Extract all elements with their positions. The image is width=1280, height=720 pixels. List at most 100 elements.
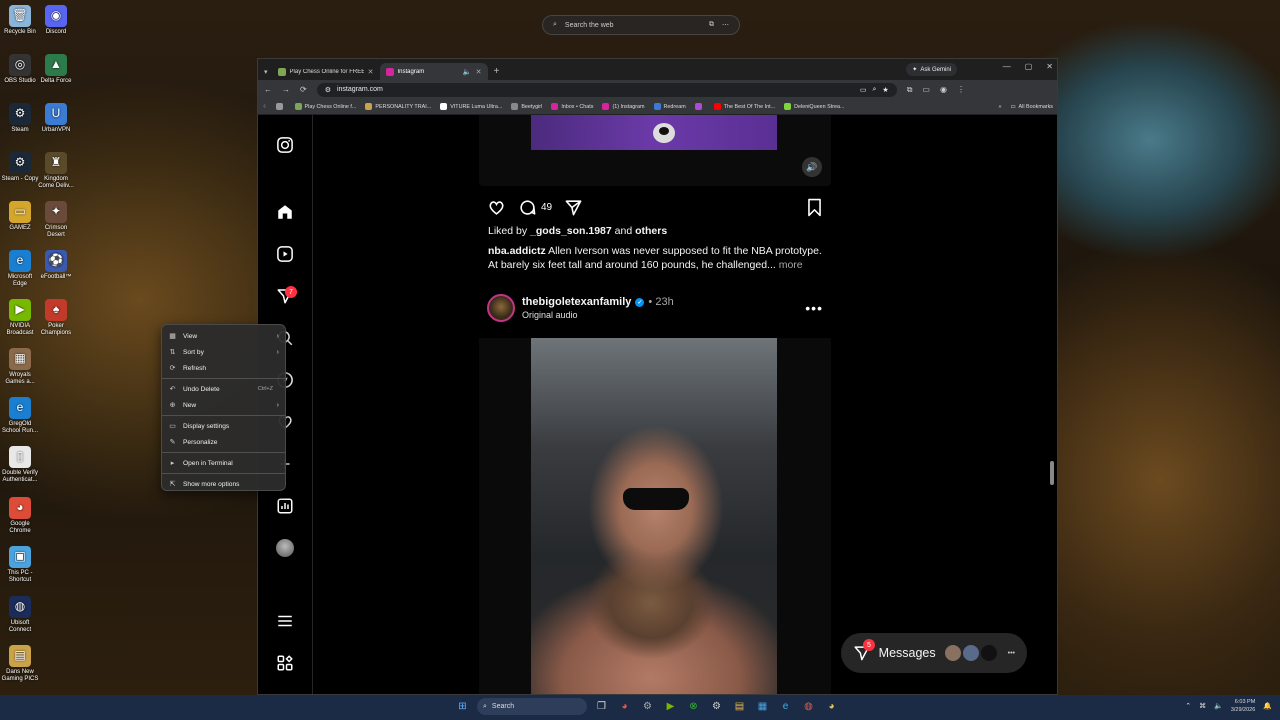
context-menu-item[interactable]: ⊕ New › <box>162 397 285 413</box>
desktop-icon[interactable]: ✦ Crimson Desert <box>36 201 76 239</box>
like-icon[interactable] <box>487 198 506 217</box>
desktop-icon[interactable]: ⚙ Steam - Copy <box>0 152 40 183</box>
post-options-button[interactable]: ••• <box>805 300 823 316</box>
desktop-icon[interactable]: U UrbanVPN <box>36 103 76 134</box>
desktop-icon[interactable]: ◉ Discord <box>36 5 76 36</box>
bookmark-item[interactable]: (1) Instagram <box>602 103 645 110</box>
save-icon[interactable] <box>806 198 823 217</box>
desktop-icon[interactable]: ▤ Dans New Gaming PICS <box>0 645 40 683</box>
desktop-icon[interactable]: ▦ Wroyals Games a... <box>0 348 40 386</box>
reel-video[interactable] <box>479 338 831 694</box>
desktop-icon[interactable]: ♜ Kingdom Come Deliv... <box>36 152 76 190</box>
desktop-icon[interactable]: ▯ Double Verify Authenticat... <box>0 446 40 484</box>
address-bar[interactable]: ⚙ instagram.com ▭ ⌕ ★ <box>316 82 897 97</box>
desktop-icon[interactable]: ⚙ Steam <box>0 103 40 134</box>
scrollbar[interactable] <box>1048 171 1056 694</box>
back-icon[interactable]: ← <box>264 85 272 94</box>
instagram-logo-icon[interactable] <box>275 135 295 155</box>
share-icon[interactable] <box>564 198 583 217</box>
tab-chess[interactable]: Play Chess Online for FREE - 2 ... ✕ <box>272 63 380 80</box>
profile-icon[interactable]: ◉ <box>940 85 947 95</box>
start-icon[interactable]: ⊞ <box>454 698 471 715</box>
desktop-icon[interactable]: e Microsoft Edge <box>0 250 40 288</box>
desktop-icon[interactable]: ⚽ eFootball™ <box>36 250 76 281</box>
menu-icon[interactable]: ⋮ <box>957 85 965 95</box>
desktop-icon[interactable]: ▭ GAMEZ <box>0 201 40 232</box>
tray-chevron-icon[interactable]: ⌃ <box>1185 702 1191 710</box>
messages-button[interactable]: 5 Messages ••• <box>841 633 1027 673</box>
reload-icon[interactable]: ⟳ <box>300 85 307 94</box>
task-view-icon[interactable]: ❐ <box>593 698 610 715</box>
minimize-icon[interactable]: — <box>1003 62 1011 71</box>
desktop-icon[interactable]: ♠ Poker Champions <box>36 299 76 337</box>
bookmark-item[interactable]: Play Chess Online f... <box>294 103 356 110</box>
home-icon[interactable] <box>275 202 295 222</box>
forward-icon[interactable]: → <box>282 85 290 94</box>
close-tab-icon[interactable]: ✕ <box>368 68 374 76</box>
profile-avatar[interactable] <box>275 538 295 558</box>
context-menu-item[interactable]: ⇱ Show more options <box>162 476 285 492</box>
install-icon[interactable]: ▭ <box>860 86 867 94</box>
network-icon[interactable]: ⌘ <box>1199 702 1206 710</box>
caption-username[interactable]: nba.addictz <box>488 245 546 257</box>
bookmark-item[interactable] <box>694 103 705 110</box>
tab-menu-icon[interactable]: ▾ <box>264 68 268 76</box>
likes-others-link[interactable]: others <box>635 225 667 237</box>
desktop-icon[interactable]: ▲ Delta Force <box>36 54 76 85</box>
notification-bell-icon[interactable]: 🔔 <box>1263 702 1272 710</box>
bookmark-item[interactable]: Beetygirl <box>511 103 542 110</box>
all-bookmarks-button[interactable]: ▭ All Bookmarks <box>1010 104 1053 110</box>
sidepanel-icon[interactable]: ▭ <box>922 85 930 95</box>
context-menu-item[interactable]: ⟳ Refresh <box>162 360 285 376</box>
clock[interactable]: 6:03 PM 3/29/2026 <box>1231 698 1255 714</box>
post-video[interactable]: 🔊 <box>479 115 831 186</box>
bookmark-item[interactable]: Redream <box>653 103 686 110</box>
chrome-alt-icon[interactable]: ◕ <box>823 698 840 715</box>
desktop-web-search[interactable]: ⌕ Search the web ⧉ ⋯ <box>542 15 740 35</box>
desktop-icon[interactable]: ◕ Google Chrome <box>0 497 40 535</box>
audio-link[interactable]: Original audio <box>522 310 674 320</box>
nvidia-icon[interactable]: ▶ <box>662 698 679 715</box>
context-menu-item[interactable]: ▭ Display settings <box>162 418 285 434</box>
maximize-icon[interactable]: ▢ <box>1025 62 1033 71</box>
volume-icon[interactable]: 🔈 <box>1214 702 1223 710</box>
author-avatar[interactable] <box>487 294 515 322</box>
likes-user-link[interactable]: _gods_son.1987 <box>530 225 612 237</box>
context-menu-item[interactable]: ▦ View › <box>162 328 285 344</box>
context-menu-item[interactable]: ↶ Undo Delete Ctrl+Z <box>162 381 285 397</box>
more-icon[interactable]: ⋯ <box>722 21 729 29</box>
settings-icon[interactable]: ⚙ <box>639 698 656 715</box>
file-explorer-icon[interactable]: ▤ <box>731 698 748 715</box>
zoom-icon[interactable]: ⌕ <box>873 86 877 94</box>
bookmark-item[interactable]: The Best Of The Int... <box>713 103 775 110</box>
author-username[interactable]: thebigoletexanfamily <box>522 296 631 308</box>
volume-icon[interactable]: 🔊 <box>802 157 822 177</box>
caption-more-link[interactable]: more <box>776 259 803 271</box>
extensions-icon[interactable]: ⧉ <box>907 85 913 95</box>
more-menu-icon[interactable] <box>275 611 295 631</box>
desktop-icon[interactable]: ▶ NVIDIA Broadcast <box>0 299 40 337</box>
bookmark-item[interactable] <box>275 103 286 110</box>
bookmark-item[interactable]: DeleniQueen Strea... <box>784 103 844 110</box>
comment-icon[interactable] <box>518 198 537 217</box>
store-icon[interactable]: ▦ <box>754 698 771 715</box>
bookmark-star-icon[interactable]: ★ <box>882 86 888 94</box>
desktop-icon[interactable]: ◎ OBS Studio <box>0 54 40 85</box>
context-menu-item[interactable]: ⇅ Sort by › <box>162 344 285 360</box>
edge-icon[interactable]: e <box>777 698 794 715</box>
close-tab-icon[interactable]: ✕ <box>476 68 482 76</box>
new-tab-button[interactable]: + <box>494 66 500 77</box>
app-icon[interactable]: ◍ <box>800 698 817 715</box>
bookmark-item[interactable]: VITURE Luma Ultra... <box>440 103 502 110</box>
desktop-icon[interactable]: 🗑 Recycle Bin <box>0 5 40 36</box>
chrome-icon[interactable]: ◕ <box>616 698 633 715</box>
close-icon[interactable]: ✕ <box>1046 62 1053 71</box>
desktop-icon[interactable]: e GregOld School Run... <box>0 397 40 435</box>
context-menu-item[interactable]: ✎ Personalize <box>162 434 285 450</box>
desktop-icon[interactable]: ▣ This PC - Shortcut <box>0 546 40 584</box>
xbox-icon[interactable]: ⊗ <box>685 698 702 715</box>
apps-grid-icon[interactable]: ⁘ <box>262 104 267 110</box>
bookmarks-overflow-icon[interactable]: » <box>998 104 1001 110</box>
desktop-icon[interactable]: ◍ Ubisoft Connect <box>0 596 40 634</box>
taskbar-search[interactable]: ⌕ Search <box>477 698 587 715</box>
